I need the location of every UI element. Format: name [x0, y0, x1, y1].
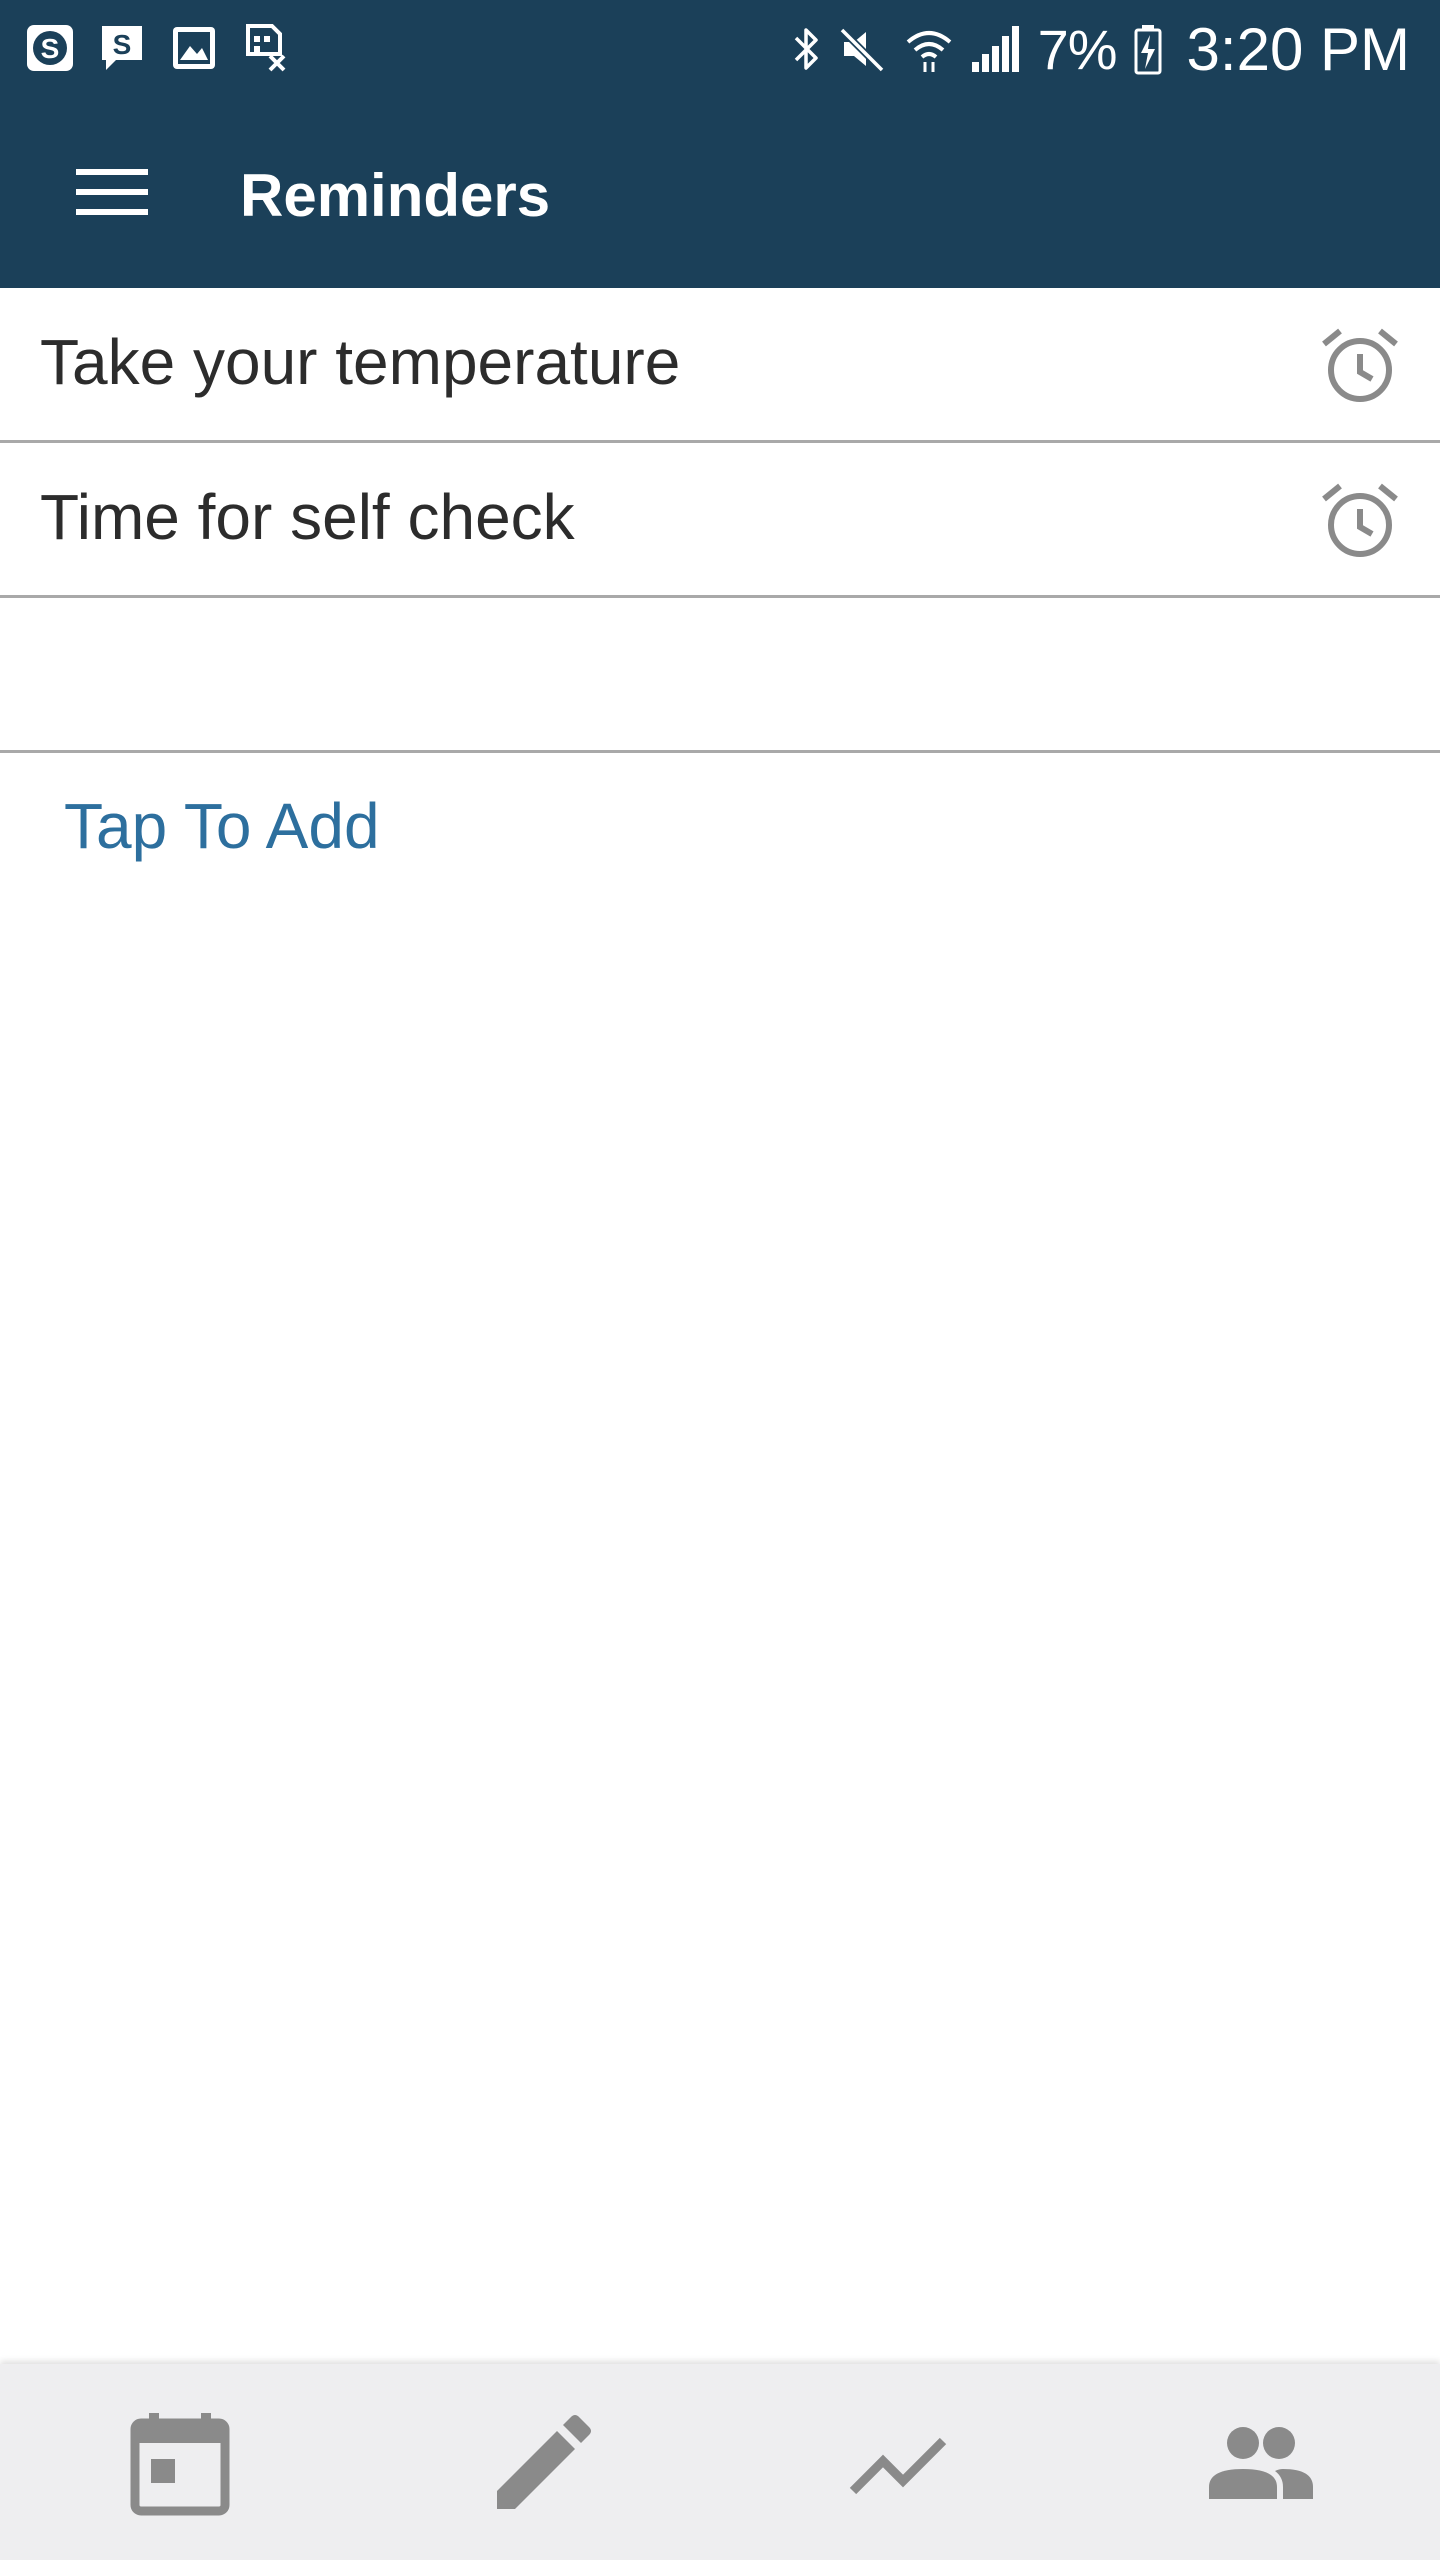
svg-text:S: S [41, 33, 60, 64]
reminder-item[interactable]: Take your temperature [0, 288, 1440, 443]
mute-icon [839, 27, 885, 73]
bottom-nav [0, 2364, 1440, 2560]
status-bar: S S 7% 3:20 PM [0, 0, 1440, 96]
wifi-icon [906, 31, 951, 72]
menu-button[interactable] [56, 148, 168, 236]
tap-to-add-link[interactable]: Tap To Add [64, 790, 380, 862]
svg-text:S: S [113, 29, 132, 60]
battery-percent: 7% [1037, 17, 1118, 81]
signal-icon [971, 26, 1019, 72]
reminder-label: Take your temperature [40, 326, 681, 398]
system-status: 7% 3:20 PM [792, 14, 1410, 84]
nav-calendar[interactable] [30, 2372, 330, 2552]
alarm-icon[interactable] [1320, 481, 1400, 561]
battery-charging-icon [1134, 25, 1162, 75]
s-app-icon: S [27, 25, 73, 71]
nav-trends[interactable] [750, 2372, 1050, 2552]
nav-people[interactable] [1110, 2372, 1410, 2552]
alarm-icon[interactable] [1320, 326, 1400, 406]
no-sim-icon [246, 24, 286, 72]
reminder-item-empty[interactable] [0, 598, 1440, 753]
image-icon [173, 27, 215, 69]
hamburger-menu-icon [76, 169, 148, 215]
bluetooth-icon [794, 28, 818, 70]
people-icon [1209, 2427, 1313, 2499]
calendar-icon [130, 2413, 230, 2516]
app-bar: Reminders [0, 96, 1440, 288]
trend-chart-icon [849, 2437, 947, 2495]
notification-icons: S S [24, 22, 292, 74]
nav-edit[interactable] [390, 2372, 690, 2552]
pencil-icon [497, 2415, 591, 2509]
s-chat-icon: S [102, 26, 142, 70]
clock: 3:20 PM [1186, 15, 1410, 83]
page-title: Reminders [240, 162, 551, 229]
reminder-label: Time for self check [40, 481, 575, 553]
reminder-list: Take your temperature Time for self chec… [0, 288, 1440, 753]
reminder-item[interactable]: Time for self check [0, 443, 1440, 598]
